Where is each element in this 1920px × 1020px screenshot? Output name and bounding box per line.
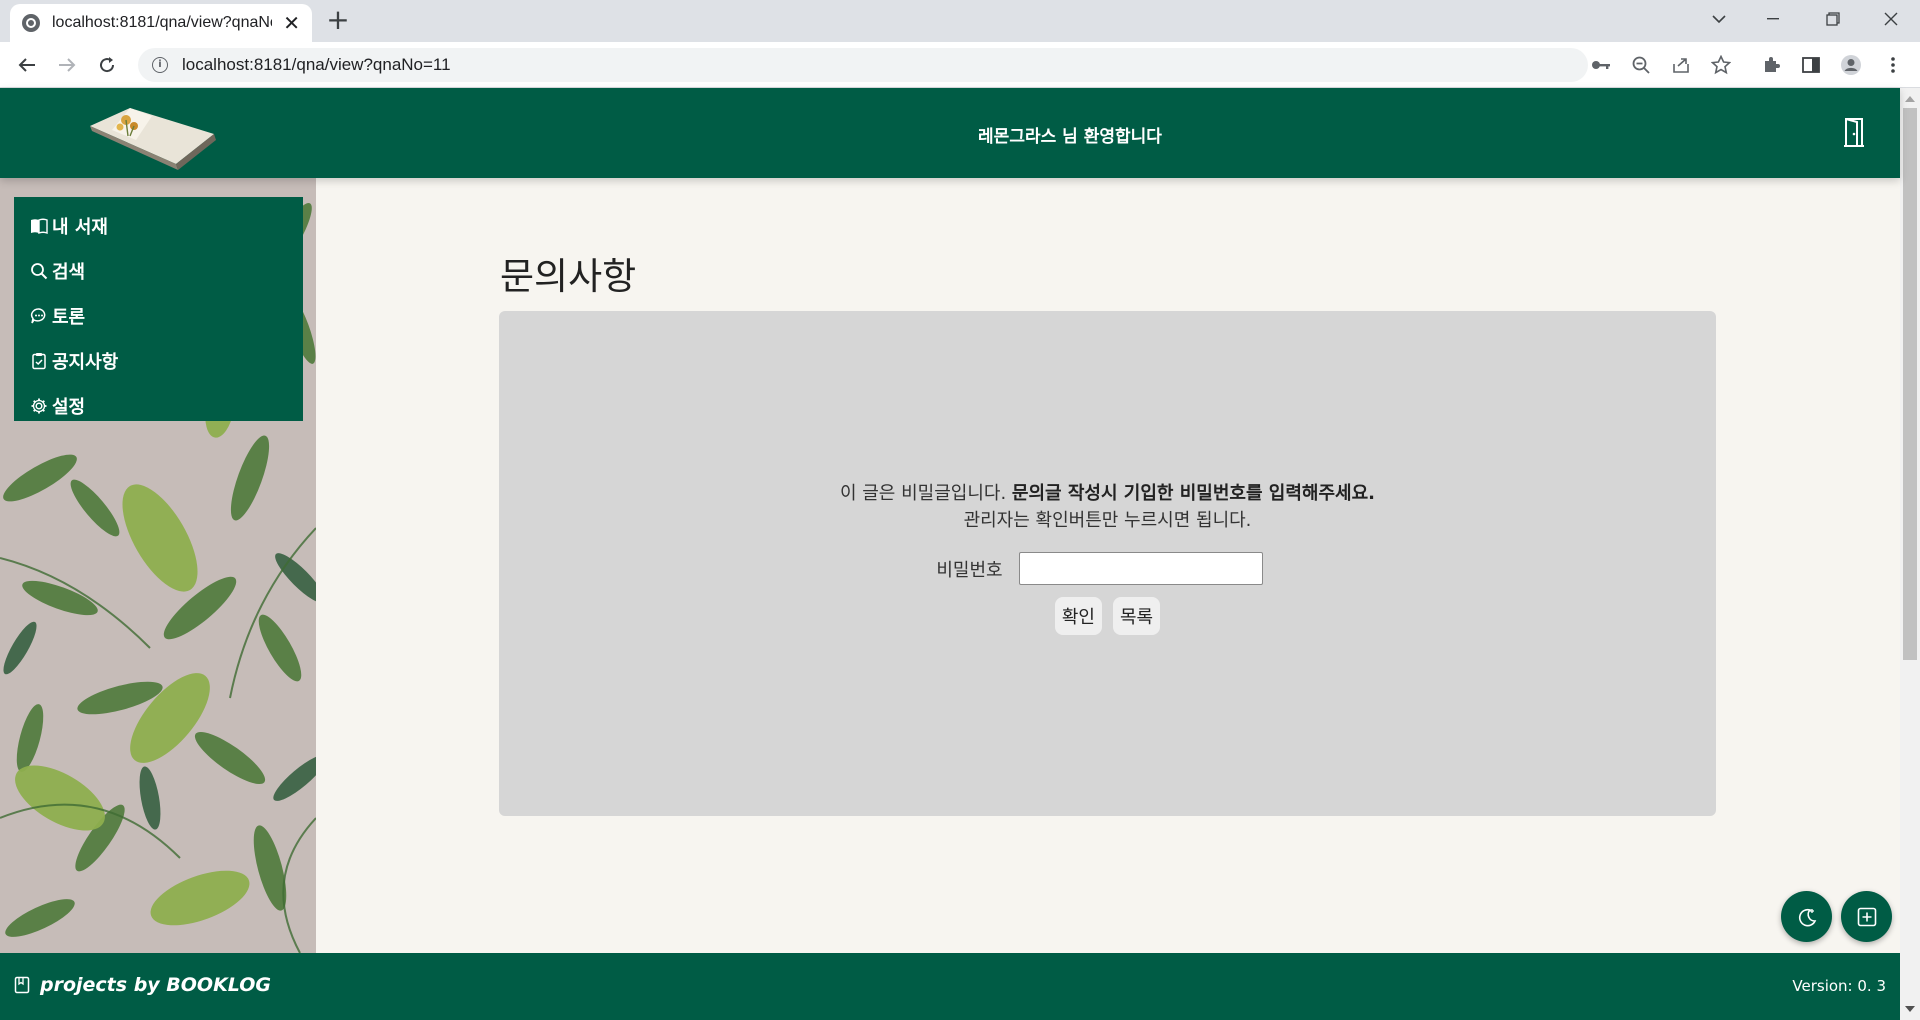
password-panel: 이 글은 비밀글입니다. 문의글 작성시 기입한 비밀번호를 입력해주세요. 관… [499,311,1716,816]
sidebar-menu: 내 서재 검색 토론 공지사항 설정 [14,197,303,421]
notice-line-1: 이 글은 비밀글입니다. 문의글 작성시 기입한 비밀번호를 입력해주세요. [499,480,1716,507]
notice-text: 이 글은 비밀글입니다. [839,483,1012,504]
version-label: Version: 0. 3 [1792,977,1886,995]
forward-icon[interactable] [52,50,82,80]
site-header: 레몬그라스 님 환영합니다 [0,88,1900,178]
footer-brand: projects by BOOKLOG [14,974,271,996]
zoom-icon[interactable] [1630,54,1652,76]
side-panel-icon[interactable] [1800,54,1822,76]
password-row: 비밀번호 [499,552,1716,585]
search-icon [31,262,48,279]
url-text: localhost:8181/qna/view?qnaNo=11 [182,55,451,74]
chat-icon [30,307,46,323]
scroll-down-arrow[interactable] [1905,1006,1915,1012]
password-input[interactable] [1018,552,1263,585]
page-title: 문의사항 [500,255,637,298]
secret-post-notice: 이 글은 비밀글입니다. 문의글 작성시 기입한 비밀번호를 입력해주세요. 관… [499,480,1716,534]
notice-line-2: 관리자는 확인버튼만 누르시면 됩니다. [963,510,1252,531]
browser-tab-bar: localhost:8181/qna/view?qnaNo=11 ✕ + [0,0,1920,42]
add-button[interactable] [1841,891,1892,942]
tab-close-icon[interactable]: ✕ [283,13,300,33]
tab-title: localhost:8181/qna/view?qnaNo=11 [52,14,272,31]
extensions-icon[interactable] [1760,54,1782,76]
new-tab-button[interactable]: + [324,6,352,34]
confirm-button[interactable]: 확인 [1054,597,1102,635]
sidebar-item-my-library[interactable]: 내 서재 [14,203,303,248]
browser-toolbar: i localhost:8181/qna/view?qnaNo=11 [0,42,1920,88]
sidebar-item-label: 공지사항 [52,351,119,373]
logout-door-icon[interactable] [1842,116,1866,148]
sidebar: 내 서재 검색 토론 공지사항 설정 [0,178,316,953]
password-label: 비밀번호 [936,559,1003,581]
gear-icon [31,398,47,413]
tab-search-icon[interactable] [1696,0,1742,38]
kebab-menu-icon[interactable] [1882,54,1904,76]
page-scrollbar[interactable] [1900,88,1920,1020]
sidebar-item-label: 설정 [52,396,86,418]
scroll-up-arrow[interactable] [1905,96,1915,102]
reload-icon[interactable] [92,50,122,80]
browser-tab[interactable]: localhost:8181/qna/view?qnaNo=11 ✕ [10,4,312,42]
site-footer: projects by BOOKLOG Version: 0. 3 [0,953,1900,1020]
plus-square-icon [1857,907,1876,926]
sidebar-item-settings[interactable]: 설정 [14,383,303,428]
sidebar-item-discussion[interactable]: 토론 [14,293,303,338]
profile-icon[interactable] [1840,54,1862,76]
book-bookmark-icon [14,976,30,994]
restore-icon[interactable] [1810,0,1856,38]
address-bar[interactable]: i localhost:8181/qna/view?qnaNo=11 [138,48,1588,82]
sidebar-item-label: 내 서재 [52,216,108,238]
globe-icon [22,14,40,32]
list-button[interactable]: 목록 [1113,597,1161,635]
moon-icon [1798,908,1816,926]
sidebar-item-label: 토론 [52,306,86,328]
scroll-thumb[interactable] [1903,108,1917,660]
sidebar-item-label: 검색 [52,261,86,283]
back-icon[interactable] [12,50,42,80]
key-icon[interactable] [1590,54,1612,76]
sidebar-item-search[interactable]: 검색 [14,248,303,293]
button-row: 확인 목록 [499,597,1716,635]
info-icon[interactable]: i [152,57,168,73]
footer-brand-text: projects by BOOKLOG [40,974,271,996]
book-icon [31,218,48,234]
welcome-message: 레몬그라스 님 환영합니다 [978,127,1162,147]
notice-emphasis: 문의글 작성시 기입한 비밀번호를 입력해주세요. [1011,483,1376,504]
dark-mode-button[interactable] [1781,891,1832,942]
close-window-icon[interactable] [1868,0,1914,38]
share-icon[interactable] [1670,54,1692,76]
bookmark-star-icon[interactable] [1710,54,1732,76]
minimize-icon[interactable] [1750,0,1796,38]
sidebar-item-notice[interactable]: 공지사항 [14,338,303,383]
clipboard-icon [32,352,46,369]
